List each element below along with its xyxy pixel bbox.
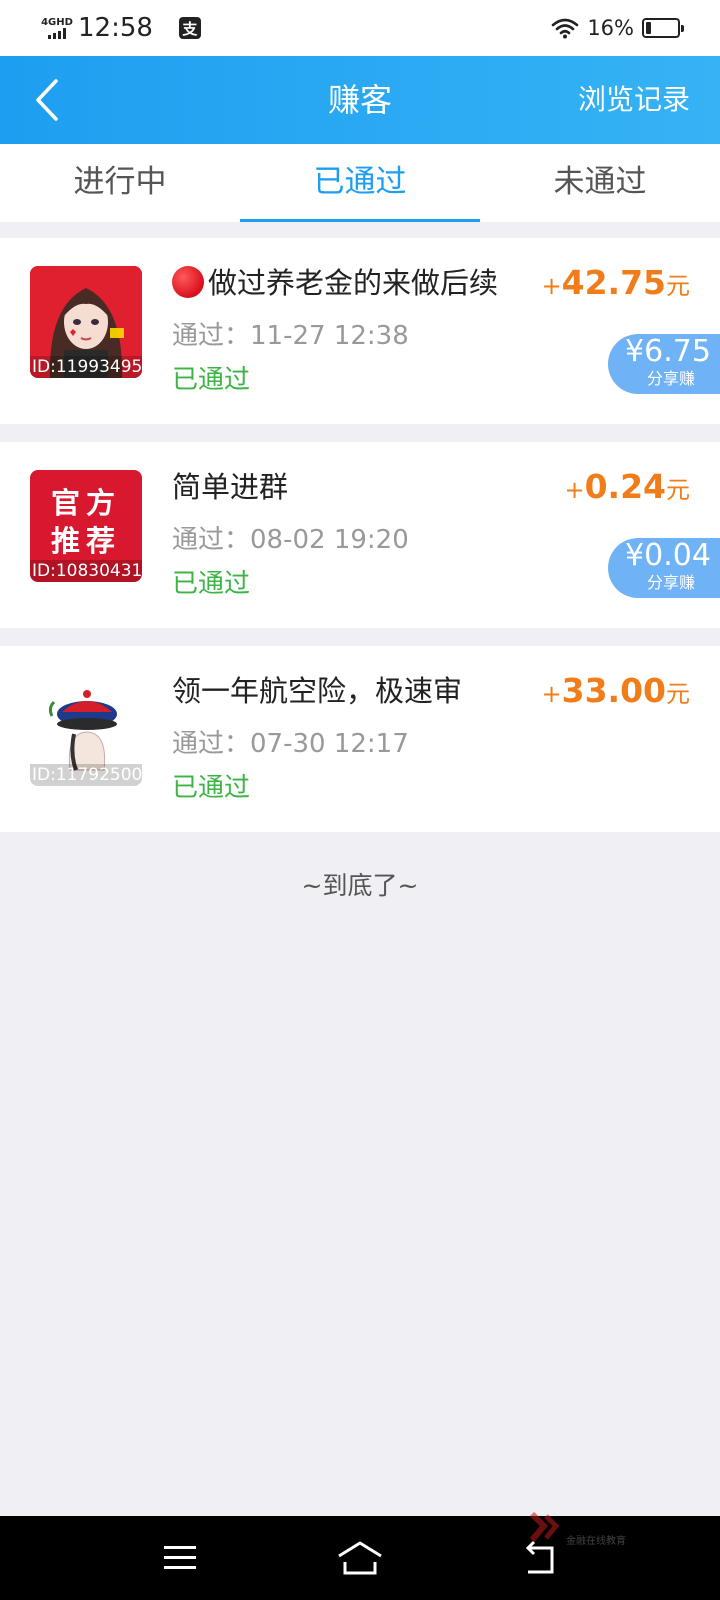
signal-icon: 4GHD — [41, 17, 73, 39]
network-type: 4GHD — [41, 17, 73, 28]
home-icon — [338, 1541, 382, 1575]
task-title: 领一年航空险，极速审 — [172, 674, 463, 708]
amount-value: 33.00 — [561, 671, 666, 710]
status-tabs: 进行中 已通过 未通过 — [0, 144, 720, 222]
title-bar: 赚客 浏览记录 — [0, 56, 720, 144]
amount-unit: 元 — [666, 476, 690, 504]
logo-line-2: 推荐 — [50, 524, 121, 558]
watermark-text: 金融在线教育 — [566, 1536, 626, 1547]
tab-passed[interactable]: 已通过 — [240, 144, 480, 222]
end-of-list-text: ~到底了~ — [301, 871, 419, 900]
amount-value: 0.24 — [584, 467, 666, 506]
tab-rejected[interactable]: 未通过 — [480, 144, 720, 222]
amount-unit: 元 — [666, 272, 690, 300]
menu-icon — [164, 1546, 196, 1569]
amount-plus: + — [541, 272, 562, 300]
status-label: 已通过 — [172, 365, 251, 395]
pass-time: 通过：11-27 12:38 — [172, 321, 409, 351]
chevron-left-icon — [36, 79, 58, 121]
share-earn-button[interactable]: ¥6.75 分享赚 — [608, 334, 720, 394]
logo-line-1: 官方 — [50, 486, 121, 520]
menu-button[interactable] — [150, 1530, 210, 1586]
share-label: 分享赚 — [646, 573, 695, 592]
amount-value: 42.75 — [561, 263, 666, 302]
clock: 12:58 — [78, 13, 153, 43]
task-id-label: ID:10830431 — [30, 560, 142, 582]
task-title: 做过养老金的来做后续 — [172, 262, 498, 304]
amount-plus: + — [564, 476, 585, 504]
amount-plus: + — [541, 680, 562, 708]
alipay-notification-icon: 支 — [178, 17, 201, 39]
system-nav-bar: 金融在线教育 — [0, 1511, 720, 1600]
task-thumbnail: ID:11993495 — [30, 266, 142, 378]
task-title: 简单进群 — [172, 470, 289, 504]
battery-percent: 16% — [587, 16, 634, 40]
share-label: 分享赚 — [646, 369, 695, 388]
wifi-icon — [552, 18, 579, 39]
battery-level — [646, 22, 651, 34]
battery-icon — [642, 18, 684, 38]
share-value: ¥6.75 — [625, 334, 711, 369]
watermark-logo-icon — [529, 1511, 560, 1542]
home-button[interactable] — [330, 1530, 390, 1586]
status-label: 已通过 — [172, 569, 251, 599]
share-earn-button[interactable]: ¥0.04 分享赚 — [608, 538, 720, 598]
task-title-text: 做过养老金的来做后续 — [208, 266, 499, 300]
reward-amount: +33.00元 — [542, 668, 691, 720]
task-thumbnail: 官方 推荐 ID:10830431 — [30, 470, 142, 582]
tab-in-progress[interactable]: 进行中 — [0, 144, 240, 222]
status-label: 已通过 — [172, 773, 251, 803]
reward-amount: +0.24元 — [564, 464, 690, 516]
amount-unit: 元 — [666, 680, 690, 708]
browse-history-button[interactable]: 浏览记录 — [578, 56, 690, 144]
task-id-label: ID:11993495 — [30, 356, 142, 378]
task-thumbnail: ID:11792500 — [30, 674, 142, 786]
pass-time: 通过：08-02 19:20 — [172, 525, 409, 555]
share-value: ¥0.04 — [625, 538, 711, 573]
task-card[interactable]: ID:11993495 做过养老金的来做后续 通过：11-27 12:38 已通… — [0, 238, 720, 424]
back-button[interactable] — [22, 74, 72, 126]
reward-amount: +42.75元 — [542, 260, 691, 312]
watermark: 金融在线教育 — [528, 1510, 648, 1550]
task-card[interactable]: 官方 推荐 ID:10830431 简单进群 通过：08-02 19:20 已通… — [0, 442, 720, 628]
status-bar: 4GHD 12:58 支 16% — [0, 0, 720, 56]
task-id-label: ID:11792500 — [30, 764, 142, 786]
red-circle-icon — [172, 266, 204, 298]
pass-time: 通过：07-30 12:17 — [172, 729, 409, 759]
official-recommend-logo: 官方 推荐 — [30, 484, 142, 560]
task-card[interactable]: ID:11792500 领一年航空险，极速审 通过：07-30 12:17 已通… — [0, 646, 720, 832]
